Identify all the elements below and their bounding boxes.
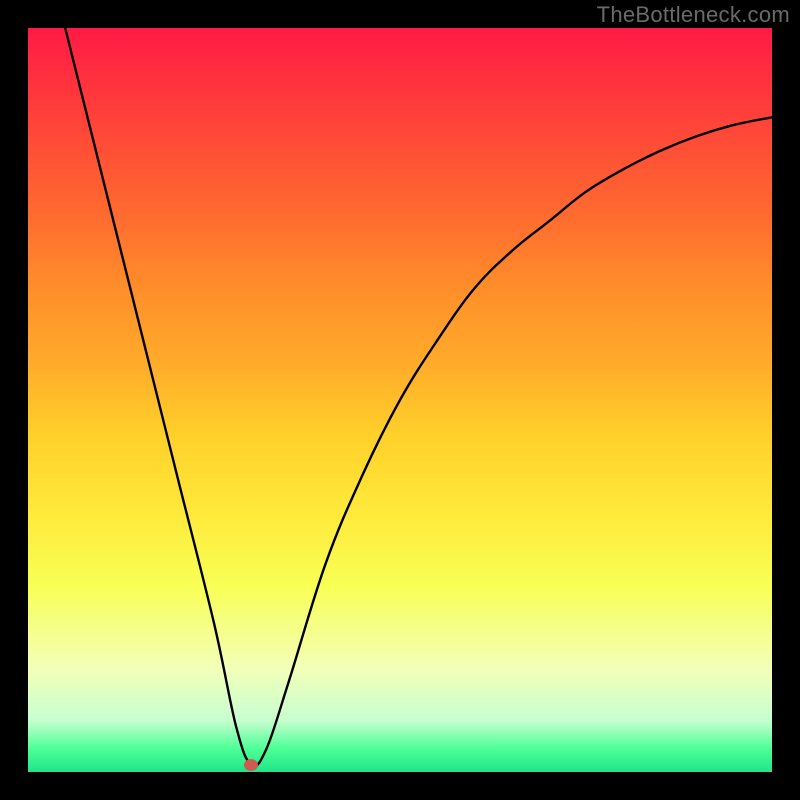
chart-frame: TheBottleneck.com	[0, 0, 800, 800]
plot-area	[28, 28, 772, 772]
minimum-marker-dot	[244, 759, 258, 771]
watermark-text: TheBottleneck.com	[597, 2, 790, 28]
bottleneck-curve	[28, 28, 772, 772]
